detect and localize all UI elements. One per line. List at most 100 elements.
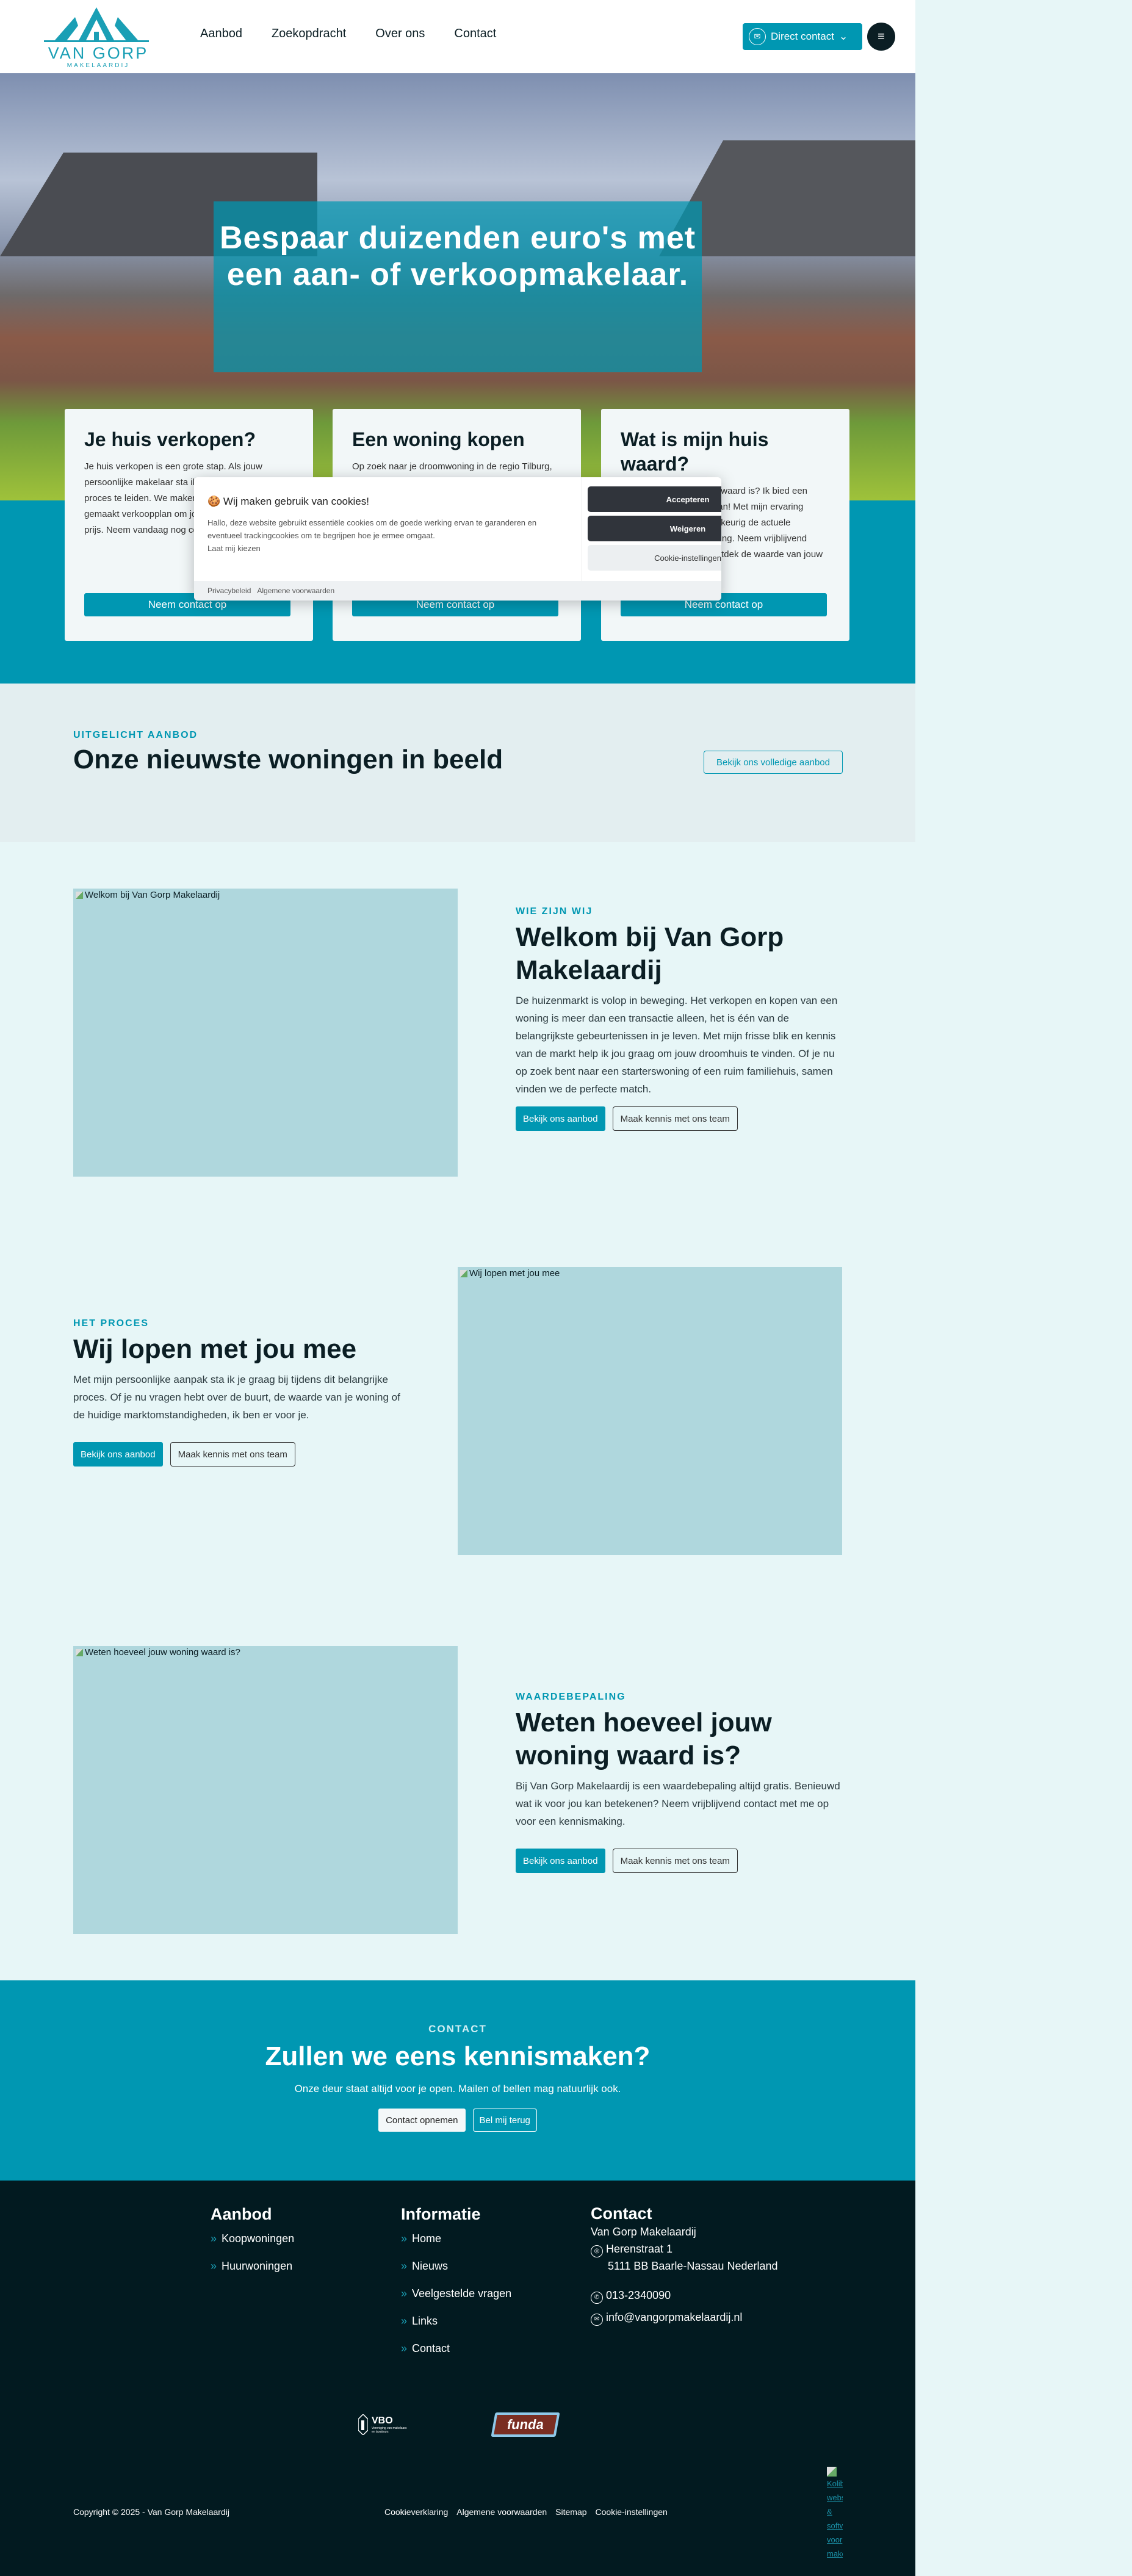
- legal-links: Cookieverklaring Algemene voorwaarden Si…: [384, 2507, 668, 2517]
- cookie-icon: 🍪: [207, 496, 221, 507]
- link-label: Links: [412, 2315, 438, 2327]
- chevron-right-icon: »: [401, 2260, 408, 2272]
- hamburger-icon[interactable]: ≡: [867, 23, 895, 51]
- location-icon: ◎: [591, 2245, 603, 2257]
- chevron-right-icon: »: [211, 2260, 217, 2272]
- footer-link-huurwoningen[interactable]: » Huurwoningen: [211, 2260, 294, 2273]
- direct-contact-label: Direct contact: [771, 31, 834, 42]
- phone-link[interactable]: 013-2340090: [606, 2289, 671, 2301]
- kolibri-link[interactable]: Kolibri websites & software voor makelaa…: [827, 2467, 843, 2561]
- about-text-block: WIE ZIJN WIJ Welkom bij Van Gorp Makelaa…: [516, 906, 845, 1131]
- cookie-statement-link[interactable]: Cookieverklaring: [384, 2507, 448, 2517]
- cookie-text: Hallo, deze website gebruikt essentiële …: [207, 518, 537, 540]
- vbo-text: VBO: [372, 2415, 393, 2426]
- broken-image-icon: [76, 1649, 83, 1657]
- terms-link[interactable]: Algemene voorwaarden: [456, 2507, 547, 2517]
- funda-logo[interactable]: funda: [491, 2412, 560, 2437]
- accept-button[interactable]: Accepteren: [588, 486, 721, 512]
- nav-aanbod[interactable]: Aanbod: [200, 27, 242, 41]
- footer-link-contact[interactable]: » Contact: [401, 2342, 511, 2355]
- vbo-mark-icon: [358, 2414, 368, 2435]
- footer-informatie: Informatie » Home » Nieuws » Veelgestelde v…: [401, 2205, 511, 2370]
- cookie-title: 🍪 Wij maken gebruik van cookies!: [207, 496, 549, 508]
- section-text: Met mijn persoonlijke aanpak sta ik je g…: [73, 1374, 400, 1421]
- process-text-block: HET PROCES Wij lopen met jou mee Met mij…: [73, 1318, 403, 1467]
- link-label: Veelgestelde vragen: [412, 2287, 512, 2300]
- view-all-button[interactable]: Bekijk ons volledige aanbod: [704, 751, 843, 774]
- footer-contact: Contact Van Gorp Makelaardij ◎ Herenstra…: [591, 2205, 778, 2326]
- kolibri-text: Kolibri: [827, 2479, 843, 2488]
- logo-text: VAN GORP: [48, 44, 149, 62]
- broken-image-icon: [460, 1270, 467, 1278]
- section-text: Bij Van Gorp Makelaardij is een waardebe…: [516, 1780, 840, 1827]
- footer-link-faq[interactable]: » Veelgestelde vragen: [401, 2287, 511, 2300]
- copyright: Copyright © 2025 - Van Gorp Makelaardij: [73, 2507, 229, 2517]
- kolibri-text: makelaars: [827, 2549, 843, 2558]
- view-offer-button[interactable]: Bekijk ons aanbod: [73, 1442, 163, 1467]
- footer-aanbod: Aanbod » Koopwoningen » Huurwoningen: [211, 2205, 294, 2287]
- terms-link[interactable]: Algemene voorwaarden: [257, 586, 334, 595]
- section-title: Wij lopen met jou mee: [73, 1334, 357, 1364]
- link-label: Koopwoningen: [222, 2232, 295, 2245]
- footer-link-home[interactable]: » Home: [401, 2232, 511, 2245]
- sitemap-link[interactable]: Sitemap: [555, 2507, 586, 2517]
- kolibri-text: &: [827, 2507, 832, 2516]
- kolibri-text: software: [827, 2521, 843, 2530]
- privacy-link[interactable]: Privacybeleid: [207, 586, 251, 595]
- image-alt: Wij lopen met jou mee: [469, 1268, 560, 1279]
- direct-contact-button[interactable]: ✉ Direct contact ⌄: [743, 23, 862, 50]
- choose-link[interactable]: Laat mij kiezen: [207, 542, 549, 555]
- logo-subtext: MAKELAARDIJ: [67, 62, 130, 69]
- section-text: De huizenmarkt is volop in beweging. Het…: [516, 995, 838, 1095]
- email-link[interactable]: info@vangorpmakelaardij.nl: [606, 2311, 742, 2323]
- cookie-settings-button[interactable]: Cookie-instellingen: [588, 545, 721, 571]
- funda-text: funda: [494, 2415, 557, 2434]
- contact-section: CONTACT Zullen we eens kennismaken? Onze…: [0, 1980, 915, 2181]
- cookie-title-text: Wij maken gebruik van cookies!: [223, 496, 369, 507]
- footer-heading: Aanbod: [211, 2205, 272, 2223]
- image-alt: Welkom bij Van Gorp Makelaardij: [85, 890, 220, 900]
- featured-section: UITGELICHT AANBOD Onze nieuwste woningen…: [0, 684, 915, 842]
- meet-team-button[interactable]: Maak kennis met ons team: [612, 1106, 738, 1131]
- chevron-right-icon: »: [401, 2315, 408, 2327]
- nav-zoekopdracht[interactable]: Zoekopdracht: [272, 27, 346, 41]
- cookie-banner: 🍪 Wij maken gebruik van cookies! Hallo, …: [194, 477, 721, 601]
- image-placeholder: Weten hoeveel jouw woning waard is?: [73, 1646, 458, 1934]
- vbo-logo[interactable]: VBO Vereniging van makelaars en taxateurs: [358, 2411, 425, 2438]
- view-offer-button[interactable]: Bekijk ons aanbod: [516, 1106, 605, 1131]
- contact-button[interactable]: Contact opnemen: [378, 2109, 466, 2132]
- eyebrow: HET PROCES: [73, 1318, 150, 1329]
- kolibri-text: voor: [827, 2535, 843, 2544]
- cookie-footer: Privacybeleid Algemene voorwaarden: [194, 581, 721, 601]
- footer-link-koopwoningen[interactable]: » Koopwoningen: [211, 2232, 294, 2245]
- meet-team-button[interactable]: Maak kennis met ons team: [612, 1849, 738, 1873]
- cookie-settings-link[interactable]: Cookie-instellingen: [596, 2507, 668, 2517]
- section-title: Weten hoeveel jouw woning waard is?: [516, 1708, 772, 1770]
- meet-team-button[interactable]: Maak kennis met ons team: [170, 1442, 295, 1467]
- contact-text: Onze deur staat altijd voor je open. Mai…: [294, 2083, 621, 2094]
- reject-button[interactable]: Weigeren: [588, 516, 721, 541]
- phone-icon: ✆: [591, 2292, 603, 2304]
- broken-image-icon: [76, 892, 83, 900]
- kolibri-text: websites: [827, 2493, 843, 2502]
- nav-over-ons[interactable]: Over ons: [375, 27, 425, 41]
- link-label: Nieuws: [412, 2260, 449, 2272]
- eyebrow: UITGELICHT AANBOD: [73, 730, 198, 740]
- logo[interactable]: VAN GORP MAKELAARDIJ: [41, 6, 151, 69]
- link-label: Contact: [412, 2342, 450, 2354]
- nav-contact[interactable]: Contact: [454, 27, 496, 41]
- footer-link-nieuws[interactable]: » Nieuws: [401, 2260, 511, 2273]
- section-title: Welkom bij Van Gorp Makelaardij: [516, 922, 784, 985]
- section-title: Onze nieuwste woningen in beeld: [73, 745, 503, 774]
- mail-icon: ✉: [591, 2314, 603, 2326]
- contact-title: Zullen we eens kennismaken?: [265, 2041, 651, 2071]
- hero-title: Bespaar duizenden euro's met een aan- of…: [214, 201, 702, 372]
- callback-button[interactable]: Bel mij terug: [472, 2109, 537, 2132]
- link-label: Huurwoningen: [222, 2260, 293, 2272]
- city: 5111 BB Baarle-Nassau Nederland: [608, 2260, 778, 2272]
- view-offer-button[interactable]: Bekijk ons aanbod: [516, 1849, 605, 1873]
- site-header: VAN GORP MAKELAARDIJ Aanbod Zoekopdracht…: [0, 0, 915, 73]
- footer-link-links[interactable]: » Links: [401, 2315, 511, 2328]
- vbo-subtext: Vereniging van makelaars en taxateurs: [372, 2426, 407, 2434]
- image-placeholder: Wij lopen met jou mee: [458, 1267, 842, 1555]
